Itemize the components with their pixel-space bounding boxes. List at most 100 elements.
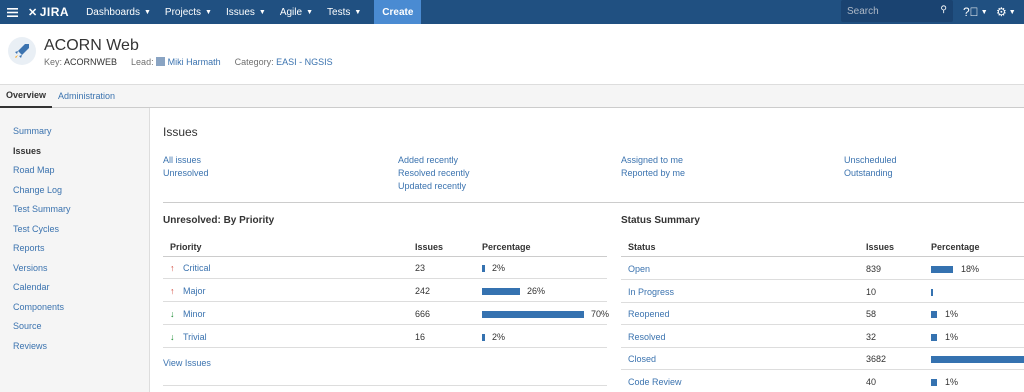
chevron-down-icon: ▼	[143, 8, 151, 16]
chevron-down-icon: ▼	[306, 8, 314, 16]
table-row-divider	[163, 324, 607, 325]
sidebar-item-reports[interactable]: Reports	[13, 243, 45, 253]
filter-reported-by-me[interactable]: Reported by me	[621, 168, 685, 178]
percentage-bar	[931, 334, 937, 341]
status-count: 839	[866, 264, 882, 274]
status-name-link[interactable]: Closed	[628, 354, 656, 364]
category-link[interactable]: EASI - NGSIS	[276, 57, 333, 67]
app-switcher-icon[interactable]	[0, 0, 24, 24]
status-name-link[interactable]: Resolved	[628, 332, 666, 342]
priority-name-link[interactable]: Critical	[183, 263, 211, 273]
help-menu[interactable]: ?⃝ ▼	[963, 0, 988, 24]
filter-resolved-recently[interactable]: Resolved recently	[398, 168, 470, 178]
sidebar-item-test-cycles[interactable]: Test Cycles	[13, 224, 59, 234]
jira-logo[interactable]: ✕ JIRA	[28, 5, 69, 19]
key-label: Key:	[44, 57, 63, 67]
nav-agile[interactable]: Agile ▼	[273, 0, 320, 24]
chevron-down-icon: ▼	[205, 8, 212, 16]
percentage-bar	[482, 334, 485, 341]
sidebar-item-test-summary[interactable]: Test Summary	[13, 204, 71, 214]
gear-icon: ⚙	[996, 5, 1007, 19]
percentage-bar	[931, 379, 937, 386]
project-header: ACORN Web Key: ACORNWEB Lead: Miki Harmat…	[0, 24, 1024, 84]
table-header-line	[621, 256, 1024, 257]
priority-name-link[interactable]: Minor	[183, 309, 206, 319]
project-category: Category: EASI - NGSIS	[235, 57, 333, 67]
sidebar-item-components[interactable]: Components	[13, 302, 64, 312]
filter-unresolved[interactable]: Unresolved	[163, 168, 209, 178]
status-name-link[interactable]: Reopened	[628, 309, 670, 319]
percentage-label: 1%	[945, 332, 959, 342]
sidebar-item-versions[interactable]: Versions	[13, 263, 48, 273]
help-icon: ?⃝	[963, 5, 979, 19]
view-issues-link[interactable]: View Issues	[163, 358, 211, 368]
status-name-link[interactable]: In Progress	[628, 287, 674, 297]
priority-count: 23	[415, 263, 426, 273]
priority-name-link[interactable]: Trivial	[183, 332, 207, 342]
filter-unscheduled[interactable]: Unscheduled	[844, 155, 897, 165]
lead-link[interactable]: Miki Harmath	[168, 57, 221, 67]
arrow-up-icon: ↑	[170, 263, 175, 273]
status-count: 10	[866, 287, 877, 297]
search-input[interactable]: Search ⚲	[841, 0, 953, 22]
tab-administration[interactable]: Administration	[52, 85, 121, 108]
chevron-down-icon: ▼	[980, 8, 988, 16]
search-icon[interactable]: ⚲	[940, 4, 947, 15]
percentage-bar	[482, 265, 485, 272]
create-button[interactable]: Create	[374, 0, 422, 24]
percentage-bar	[931, 266, 953, 273]
filter-all-issues[interactable]: All issues	[163, 155, 201, 165]
chevron-down-icon: ▼	[1008, 8, 1016, 16]
table-row-divider	[621, 324, 1024, 325]
percentage-bar	[482, 311, 584, 318]
status-name-link[interactable]: Open	[628, 264, 650, 274]
sidebar-item-road-map[interactable]: Road Map	[13, 165, 55, 175]
jira-logo-text: JIRA	[39, 5, 70, 19]
arrow-down-icon: ↓	[170, 332, 175, 342]
filter-added-recently[interactable]: Added recently	[398, 155, 458, 165]
project-tabs: Overview Administration	[0, 84, 1024, 108]
nav-issues[interactable]: Issues ▼	[219, 0, 273, 24]
percentage-bar	[931, 311, 937, 318]
priority-name-link[interactable]: Major	[183, 286, 206, 296]
status-count: 32	[866, 332, 877, 342]
sidebar: Summary Issues Road Map Change Log Test …	[0, 108, 150, 392]
top-navigation-bar: ✕ JIRA Dashboards ▼ Projects ▼ Issues ▼ Agi…	[0, 0, 1024, 24]
filter-outstanding[interactable]: Outstanding	[844, 168, 893, 178]
tab-overview[interactable]: Overview	[0, 85, 53, 108]
main-content: Issues All issues Unresolved Added recen…	[150, 108, 1024, 392]
status-header-percentage: Percentage	[931, 242, 980, 252]
percentage-label: 1%	[945, 377, 959, 387]
filter-updated-recently[interactable]: Updated recently	[398, 181, 466, 191]
filter-assigned-to-me[interactable]: Assigned to me	[621, 155, 683, 165]
percentage-label: 2%	[492, 332, 506, 342]
sidebar-item-source[interactable]: Source	[13, 321, 42, 331]
priority-section-title: Unresolved: By Priority	[163, 215, 275, 226]
sidebar-item-reviews[interactable]: Reviews	[13, 341, 47, 351]
nav-projects[interactable]: Projects ▼	[158, 0, 219, 24]
status-count: 3682	[866, 354, 887, 364]
project-avatar[interactable]	[8, 37, 36, 65]
percentage-label: 18%	[961, 264, 980, 274]
rocket-icon	[15, 44, 29, 58]
sidebar-item-issues[interactable]: Issues	[13, 146, 41, 156]
sidebar-item-change-log[interactable]: Change Log	[13, 185, 62, 195]
table-row-divider	[621, 279, 1024, 280]
priority-count: 666	[415, 309, 431, 319]
sidebar-item-summary[interactable]: Summary	[13, 126, 52, 136]
issues-heading: Issues	[163, 125, 198, 139]
table-header-line	[163, 256, 607, 257]
search-placeholder: Search	[847, 5, 879, 17]
sidebar-item-calendar[interactable]: Calendar	[13, 282, 50, 292]
chevron-down-icon: ▼	[258, 8, 266, 16]
table-row-divider	[621, 302, 1024, 303]
arrow-up-icon: ↑	[170, 286, 175, 296]
percentage-bar	[931, 356, 1024, 363]
table-row-divider	[163, 301, 607, 302]
status-name-link[interactable]: Code Review	[628, 377, 682, 387]
nav-tests[interactable]: Tests ▼	[320, 0, 368, 24]
priority-count: 242	[415, 286, 431, 296]
nav-issues-label: Issues	[225, 6, 255, 18]
nav-dashboards[interactable]: Dashboards ▼	[79, 0, 158, 24]
settings-menu[interactable]: ⚙ ▼	[996, 0, 1016, 24]
